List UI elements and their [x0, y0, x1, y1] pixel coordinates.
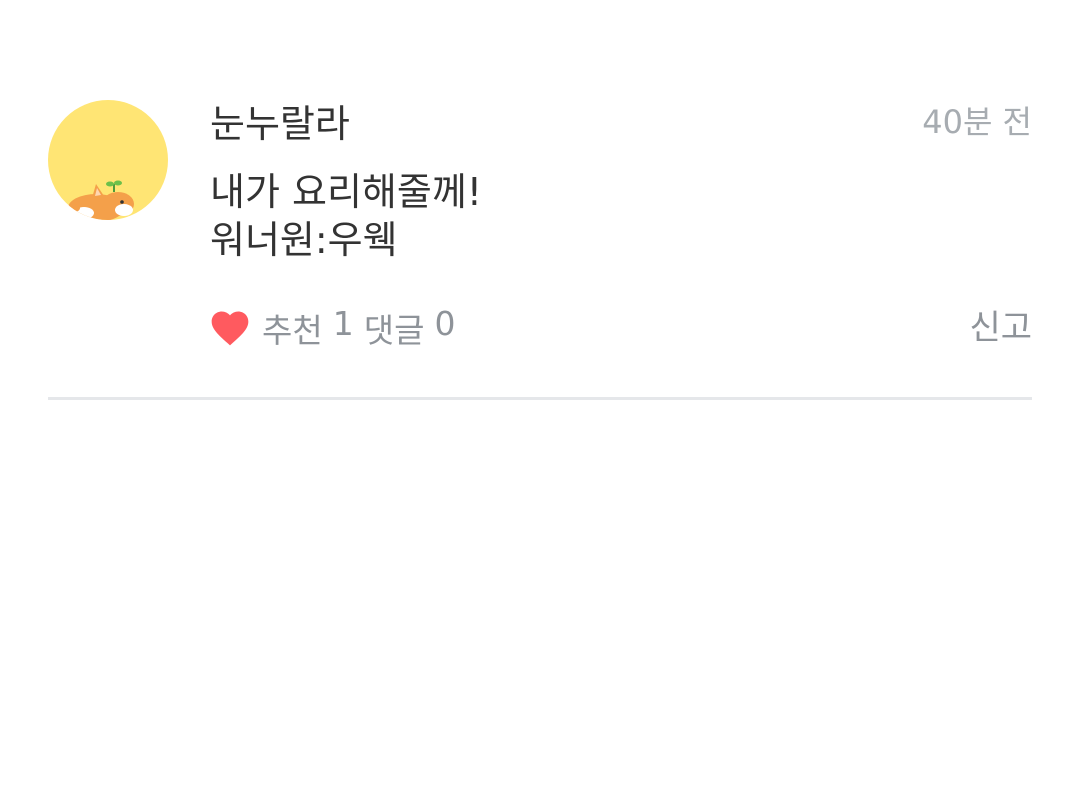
heart-icon[interactable]	[208, 306, 252, 350]
divider	[48, 397, 1032, 400]
comment-body: 내가 요리해줄께! 워너원:우웩	[210, 168, 482, 264]
recommend-label: 추천	[262, 311, 323, 350]
recommend-count: 1	[332, 304, 354, 343]
author-name[interactable]: 눈누랄라	[210, 100, 350, 148]
comment-page: 눈누랄라 40분 전 내가 요리해줄께! 워너원:우웩 추천 1 댓글 0 신고	[0, 0, 1080, 810]
comment-actions: 추천 1 댓글 0	[208, 304, 455, 352]
recommend-button[interactable]: 추천 1	[262, 304, 354, 352]
reply-count: 0	[434, 304, 456, 343]
comment-text-line-2: 워너원:우웩	[210, 218, 398, 262]
reply-label: 댓글	[363, 311, 425, 350]
reply-button[interactable]: 댓글 0	[364, 304, 456, 352]
report-button[interactable]: 신고	[969, 304, 1032, 352]
corgi-avatar-icon	[68, 180, 134, 220]
avatar[interactable]	[48, 100, 168, 220]
timestamp: 40분 전	[922, 103, 1032, 141]
comment-text-line-1: 내가 요리해줄께!	[210, 170, 483, 214]
